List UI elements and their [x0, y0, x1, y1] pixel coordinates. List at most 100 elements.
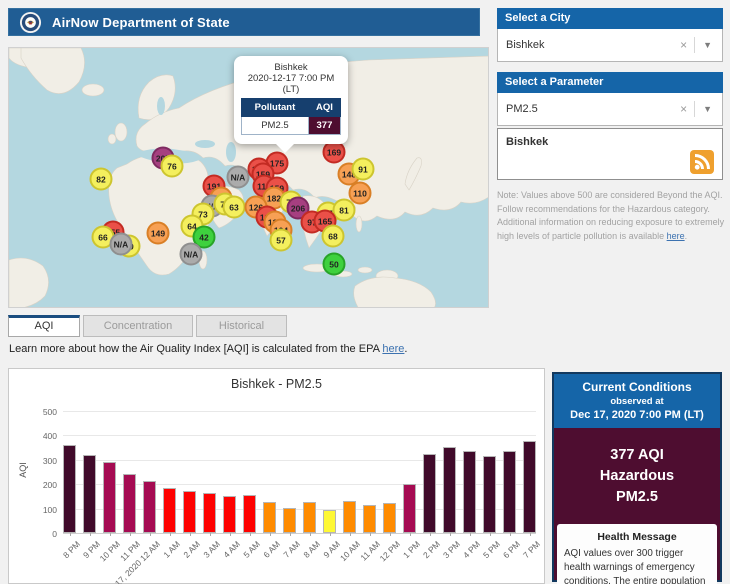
aqi-station-marker[interactable]: N/A — [110, 233, 133, 256]
y-tick-label: 0 — [17, 529, 57, 539]
rss-icon[interactable] — [690, 150, 714, 174]
app-header: AirNow Department of State — [8, 8, 480, 36]
parameter-panel: Select a Parameter PM2.5 × ▼ — [497, 72, 723, 126]
chart-bar[interactable] — [223, 496, 236, 533]
x-tick-mark — [310, 533, 311, 536]
x-tick-mark — [130, 533, 131, 536]
y-tick-label: 200 — [17, 480, 57, 490]
x-tick-label: 7 PM — [520, 539, 541, 560]
current-conditions-title: Current Conditions — [558, 380, 716, 394]
health-message-wrap: Health Message AQI values over 300 trigg… — [554, 524, 720, 584]
learn-more-body: Learn more about how the Air Quality Ind… — [9, 343, 382, 355]
tab-concentration[interactable]: Concentration — [83, 315, 193, 337]
note-text: Note: Values above 500 are considered Be… — [497, 189, 725, 243]
city-select[interactable]: Bishkek × ▼ — [497, 29, 723, 62]
chart-bar[interactable] — [303, 502, 316, 533]
y-tick-label: 500 — [17, 407, 57, 417]
feed-box: Bishkek — [497, 128, 723, 180]
chart-bar[interactable] — [323, 510, 336, 533]
x-tick-label: 12 PM — [377, 539, 401, 563]
x-tick-label: 4 AM — [221, 539, 242, 560]
chart-bar[interactable] — [103, 462, 116, 533]
app-title: AirNow Department of State — [52, 15, 230, 30]
chart-bar[interactable] — [263, 502, 276, 533]
aqi-station-marker[interactable]: 149 — [147, 222, 170, 245]
popup-col-pollutant: Pollutant — [242, 99, 309, 117]
chevron-down-icon[interactable]: ▼ — [695, 40, 716, 50]
popup-lt: (LT) — [241, 84, 341, 95]
chart-bar[interactable] — [183, 491, 196, 533]
y-tick-label: 300 — [17, 456, 57, 466]
chart-bar[interactable] — [363, 505, 376, 533]
learn-more-suffix: . — [404, 343, 407, 355]
chart-bar[interactable] — [63, 445, 76, 533]
parameter-select[interactable]: PM2.5 × ▼ — [497, 93, 723, 126]
chart-bar[interactable] — [483, 456, 496, 533]
aqi-station-marker[interactable]: N/A — [227, 166, 250, 189]
chart-bar[interactable] — [423, 454, 436, 533]
x-tick-label: 1 AM — [161, 539, 182, 560]
map-popup: Bishkek 2020-12-17 7:00 PM (LT) Pollutan… — [234, 56, 348, 144]
x-tick-mark — [90, 533, 91, 536]
aqi-station-marker[interactable]: 76 — [161, 155, 184, 178]
aqi-station-marker[interactable]: 57 — [270, 229, 293, 252]
popup-table: Pollutant AQI PM2.5 377 — [241, 98, 341, 135]
x-tick-label: 11 AM — [358, 539, 382, 563]
parameter-panel-title: Select a Parameter — [497, 72, 723, 93]
aqi-station-marker[interactable]: N/A — [180, 243, 203, 266]
x-tick-mark — [330, 533, 331, 536]
note-here-link[interactable]: here — [667, 231, 685, 241]
x-tick-mark — [490, 533, 491, 536]
aqi-station-marker[interactable]: 91 — [352, 158, 375, 181]
x-tick-label: 3 PM — [440, 539, 461, 560]
popup-pollutant-value: PM2.5 — [242, 117, 309, 135]
popup-aqi-value: 377 — [308, 117, 340, 135]
note-suffix: . — [685, 231, 688, 241]
popup-city: Bishkek — [241, 62, 341, 73]
x-tick-mark — [190, 533, 191, 536]
chart-bar[interactable] — [503, 451, 516, 533]
x-tick-label: 5 PM — [480, 539, 501, 560]
aqi-station-marker[interactable]: 82 — [90, 168, 113, 191]
x-tick-label: 8 AM — [301, 539, 322, 560]
x-tick-label: 6 PM — [500, 539, 521, 560]
chart-bar[interactable] — [403, 484, 416, 533]
chart-bar[interactable] — [243, 495, 256, 533]
chart-bar[interactable] — [283, 508, 296, 533]
x-tick-mark — [350, 533, 351, 536]
x-tick-label: 2 PM — [420, 539, 441, 560]
aqi-station-marker[interactable]: 63 — [223, 196, 246, 219]
chart-bar[interactable] — [443, 447, 456, 533]
chart-bar[interactable] — [143, 481, 156, 533]
tab-historical[interactable]: Historical — [196, 315, 287, 337]
chart-bar[interactable] — [343, 501, 356, 533]
learn-more-here-link[interactable]: here — [382, 343, 404, 355]
x-tick-mark — [510, 533, 511, 536]
x-tick-mark — [110, 533, 111, 536]
x-tick-mark — [470, 533, 471, 536]
health-message-title: Health Message — [564, 530, 710, 544]
aqi-station-marker[interactable]: 68 — [322, 225, 345, 248]
chart-bar[interactable] — [83, 455, 96, 533]
chart-bar[interactable] — [523, 441, 536, 533]
observed-datetime: Dec 17, 2020 7:00 PM (LT) — [558, 409, 716, 421]
aqi-category: Hazardous — [554, 466, 720, 487]
airnow-page: AirNow Department of State — [0, 0, 730, 584]
clear-icon[interactable]: × — [673, 102, 694, 116]
chart-bar[interactable] — [163, 488, 176, 533]
x-axis-line — [63, 533, 536, 534]
clear-icon[interactable]: × — [673, 38, 694, 52]
x-tick-mark — [530, 533, 531, 536]
x-tick-label: 4 PM — [460, 539, 481, 560]
aqi-station-marker[interactable]: 50 — [323, 253, 346, 276]
note-body: Note: Values above 500 are considered Be… — [497, 190, 724, 241]
chart-bar[interactable] — [203, 493, 216, 533]
aqi-pollutant: PM2.5 — [554, 487, 720, 508]
chevron-down-icon[interactable]: ▼ — [695, 104, 716, 114]
chart-bar[interactable] — [383, 503, 396, 533]
chart-bar[interactable] — [123, 474, 136, 533]
x-tick-label: 10 PM — [97, 539, 121, 563]
tab-aqi[interactable]: AQI — [8, 315, 80, 337]
world-map[interactable]: 8220776N/A191101N/A7663736442N/A14915566… — [8, 47, 489, 308]
chart-bar[interactable] — [463, 451, 476, 533]
